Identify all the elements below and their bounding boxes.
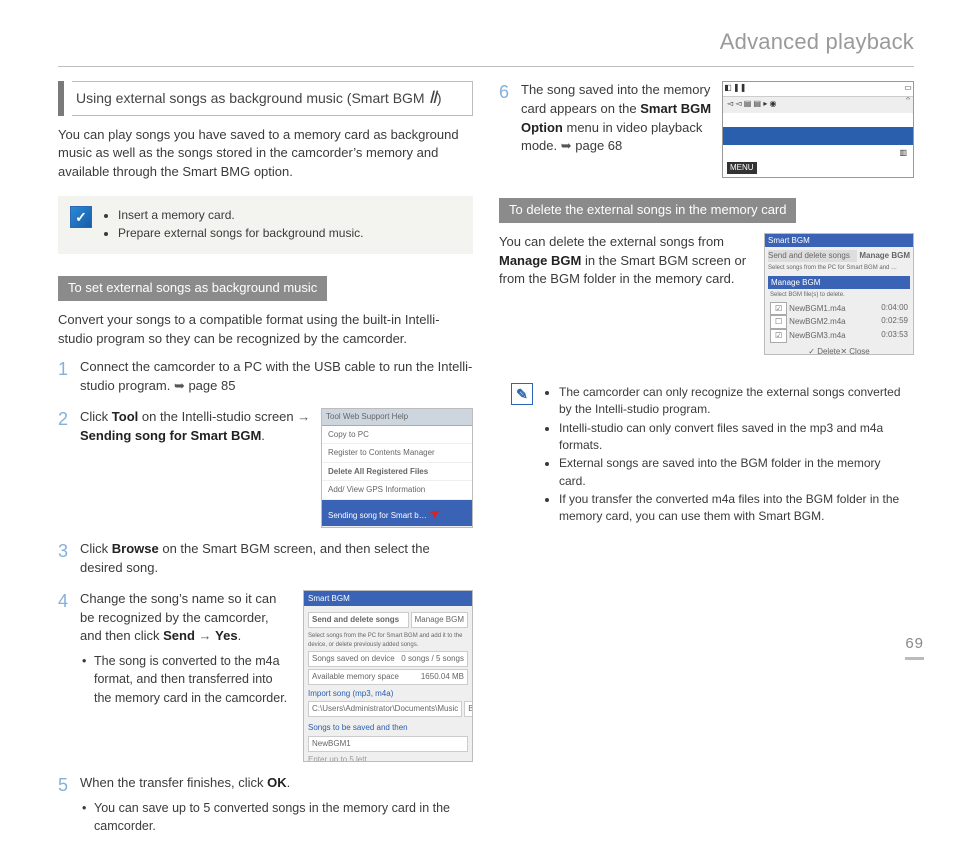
section-heading-text: Using external songs as background music… (76, 90, 425, 106)
note-item: External songs are saved into the BGM fo… (559, 455, 902, 490)
manage-bgm-screenshot: Smart BGM Send and delete songs Manage B… (764, 233, 914, 355)
delete-songs-paragraph: You can delete the external songs from M… (499, 233, 754, 290)
step-6-number: 6 (499, 79, 509, 105)
right-arrow-icon: → (297, 409, 310, 424)
info-note: ✎ The camcorder can only recognize the e… (499, 373, 914, 537)
note-item: The camcorder can only recognize the ext… (559, 384, 902, 419)
note-item: If you transfer the converted m4a files … (559, 491, 902, 526)
camcorder-lcd-screenshot: ◧❚❚▭ 𝄐 ◅ ◅ ▤ ▤ ▸ ◉ ▥ MENU (722, 81, 914, 178)
page-title: Advanced playback (58, 26, 914, 58)
step-4-bullet: The song is converted to the m4a format,… (80, 652, 293, 706)
page-number: 69 (905, 633, 924, 660)
right-arrow-icon: ➥ (561, 138, 572, 153)
step-5: When the transfer finishes, click OK. Yo… (58, 774, 473, 835)
prerequisite-note: ✓ Insert a memory card. Prepare external… (58, 196, 473, 254)
steps-list: Connect the camcorder to a PC with the U… (58, 358, 473, 834)
step-2: Click Tool on the Intelli-studio screen … (58, 408, 473, 528)
right-column: 6 The song saved into the memory card ap… (499, 81, 914, 847)
step-4: Change the song’s name so it can be reco… (58, 590, 473, 762)
intro-paragraph: You can play songs you have saved to a m… (58, 126, 473, 183)
step-3: Click Browse on the Smart BGM screen, an… (58, 540, 473, 578)
right-arrow-icon: ➥ (174, 378, 185, 393)
note-item: Insert a memory card. (118, 207, 363, 224)
right-arrow-icon: → (199, 628, 212, 643)
left-column: Using external songs as background music… (58, 81, 473, 847)
info-icon: ✎ (511, 383, 533, 405)
sub-heading-set-songs: To set external songs as background musi… (58, 276, 327, 301)
section-heading-close: ) (437, 90, 442, 106)
smart-bgm-dialog-screenshot: Smart BGM Send and delete songs Manage B… (303, 590, 473, 762)
check-icon: ✓ (70, 206, 92, 228)
step-1: Connect the camcorder to a PC with the U… (58, 358, 473, 396)
section-heading-smart-bgm: Using external songs as background music… (58, 81, 473, 116)
intelli-studio-menu-screenshot: Tool Web Support Help Copy to PC Registe… (321, 408, 473, 528)
note-item: Prepare external songs for background mu… (118, 225, 363, 242)
step-5-bullet: You can save up to 5 converted songs in … (80, 799, 473, 835)
note-item: Intelli-studio can only convert files sa… (559, 420, 902, 455)
horizontal-rule (58, 66, 914, 67)
menu-label: MENU (727, 162, 757, 174)
smart-bgm-roman-two-icon: Ⅱ (428, 88, 436, 107)
set-songs-intro: Convert your songs to a compatible forma… (58, 311, 473, 349)
sub-heading-delete-songs: To delete the external songs in the memo… (499, 198, 796, 223)
red-pointer-icon: ➤ (425, 501, 445, 524)
